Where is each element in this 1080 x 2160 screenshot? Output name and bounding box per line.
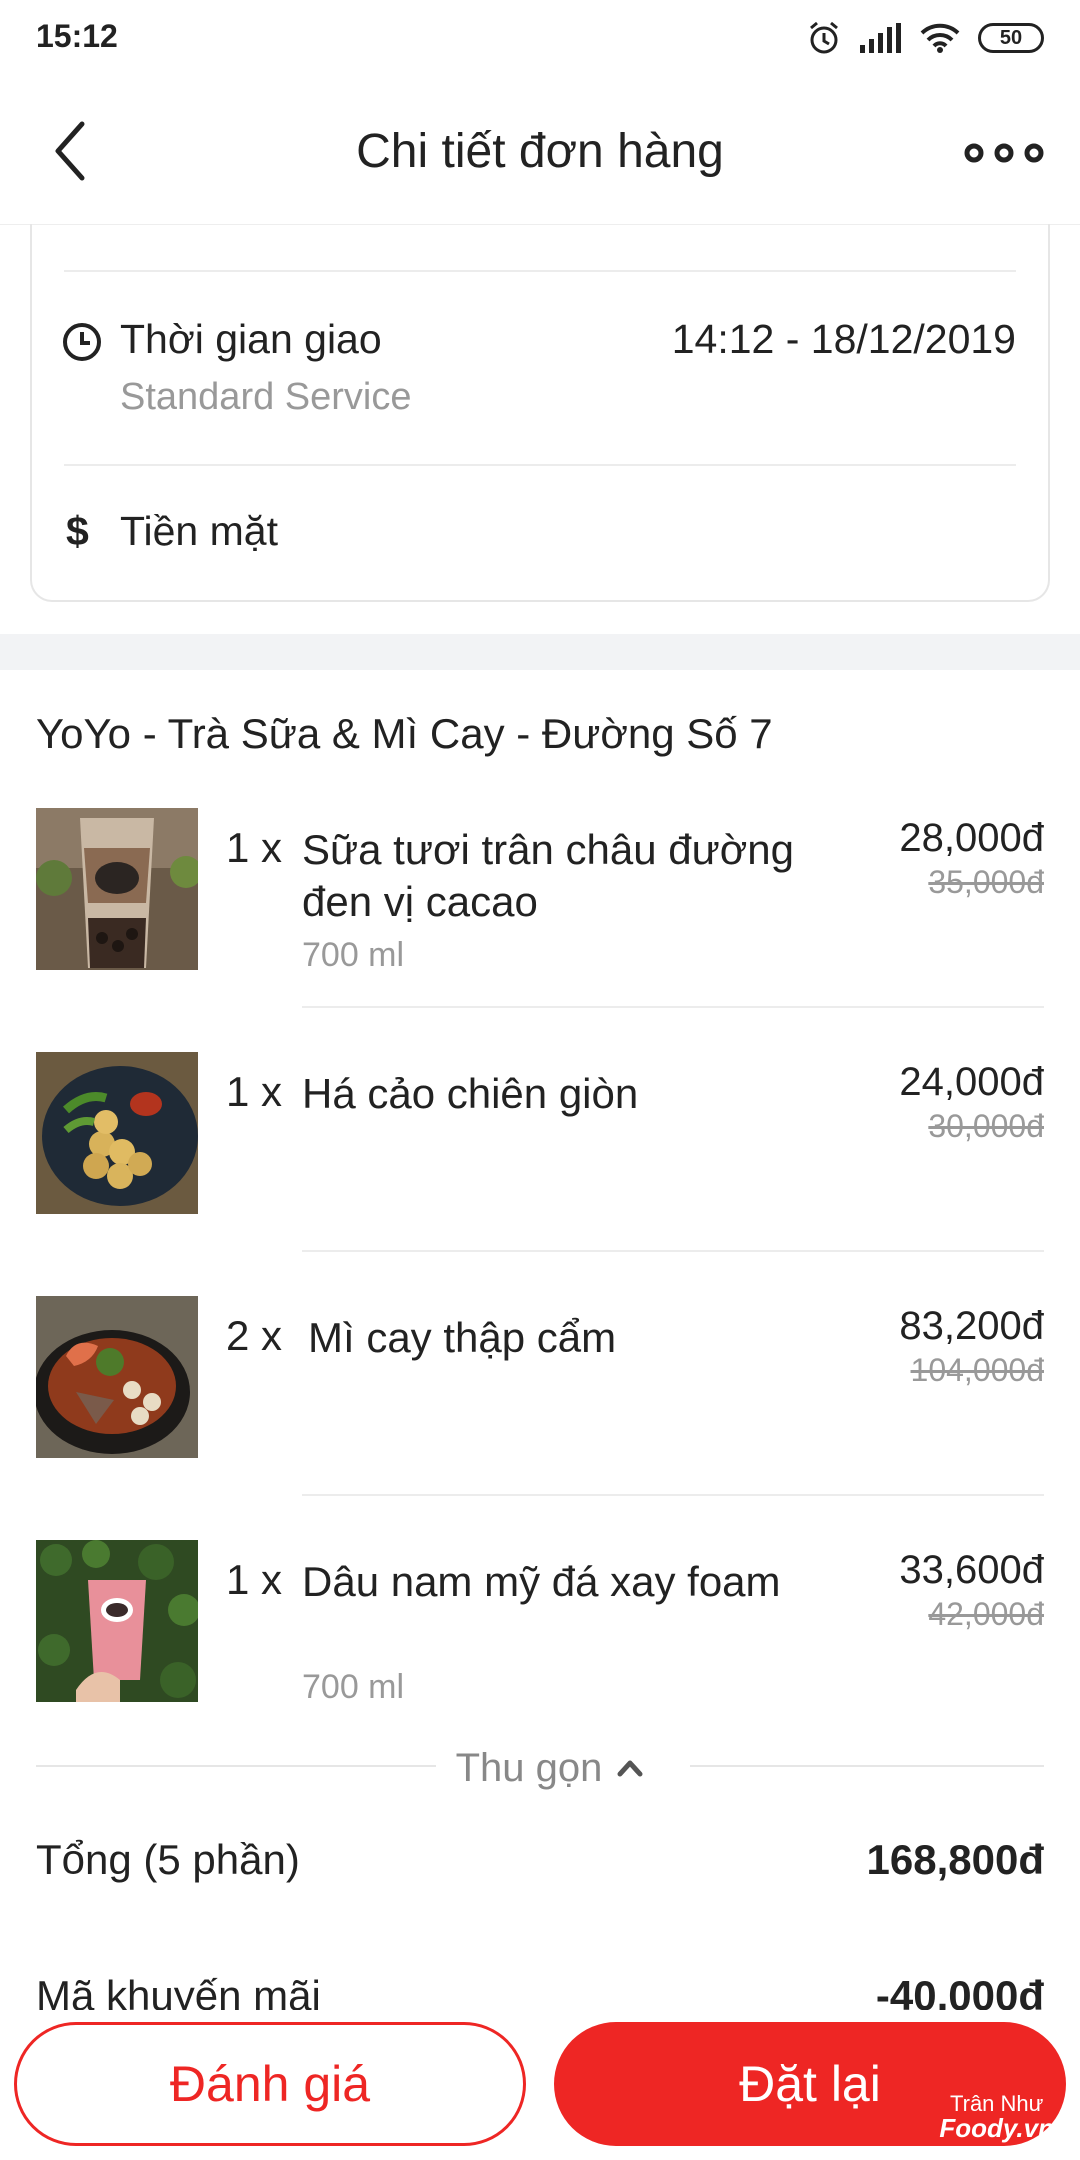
total-label: Tổng (5 phần)	[36, 1836, 300, 1883]
section-separator	[0, 634, 1080, 670]
item-quantity: 2 x	[226, 1312, 283, 1359]
page-title: Chi tiết đơn hàng	[356, 125, 724, 178]
status-bar: 15:12 50	[0, 0, 1080, 78]
status-time: 15:12	[36, 18, 118, 54]
item-option: 700 ml	[302, 1668, 405, 1706]
item-price: 24,000đ	[899, 1060, 1044, 1104]
item-original-price: 42,000đ	[928, 1596, 1044, 1632]
bubble-milk-tea-image	[36, 808, 198, 970]
signal-icon	[860, 23, 901, 53]
wifi-icon	[920, 23, 960, 53]
divider	[64, 464, 1016, 466]
delivery-time-value: 14:12 - 18/12/2019	[671, 316, 1016, 362]
item-option: 700 ml	[302, 936, 405, 974]
spicy-noodles-image	[36, 1296, 198, 1458]
divider	[64, 270, 1016, 272]
collapse-label: Thu gọn	[455, 1745, 603, 1790]
item-name: Há cảo chiên giòn	[302, 1070, 639, 1117]
item-original-price: 30,000đ	[928, 1108, 1044, 1144]
item-quantity: 1 x	[226, 1556, 283, 1603]
watermark: Trân Như Foody.vn	[939, 2092, 1054, 2143]
item-original-price: 35,000đ	[928, 864, 1044, 900]
bottom-action-bar: Đánh giá Đặt lại	[0, 2010, 1080, 2160]
divider	[302, 1250, 1044, 1252]
delivery-info-card: Thời gian giao Standard Service 14:12 - …	[30, 224, 1050, 602]
divider	[302, 1006, 1044, 1008]
item-price: 33,600đ	[899, 1548, 1044, 1592]
rate-button[interactable]: Đánh giá	[14, 2022, 526, 2146]
fried-dumplings-image	[36, 1052, 198, 1214]
order-item: 1 x Sữa tươi trân châu đường đen vị caca…	[0, 808, 1080, 1052]
item-name: Mì cay thập cẩm	[308, 1314, 617, 1361]
item-original-price: 104,000đ	[910, 1352, 1044, 1388]
alarm-icon	[810, 21, 838, 54]
clock-icon	[63, 323, 101, 361]
watermark-brand: Foody.vn	[939, 2113, 1054, 2143]
collapse-button[interactable]: Thu gọn	[420, 1740, 680, 1796]
more-options-icon[interactable]	[964, 128, 1044, 178]
order-item: 2 x Mì cay thập cẩm 83,200đ 104,000đ	[0, 1296, 1080, 1540]
status-icons: 50	[806, 16, 1044, 60]
total-value: 168,800đ	[866, 1836, 1044, 1883]
strawberry-smoothie-image	[36, 1540, 198, 1702]
payment-method: Tiền mặt	[120, 508, 278, 554]
item-quantity: 1 x	[226, 1068, 283, 1115]
divider	[690, 1765, 1044, 1767]
item-price: 28,000đ	[899, 816, 1044, 860]
item-name: Sữa tươi trân châu đường đen vị cacao	[302, 826, 795, 925]
delivery-time-label: Thời gian giao	[120, 316, 382, 362]
item-name: Dâu nam mỹ đá xay foam	[302, 1558, 781, 1605]
order-item: 1 x Há cảo chiên giòn 24,000đ 30,000đ	[0, 1052, 1080, 1296]
divider	[302, 1494, 1044, 1496]
dollar-icon: $	[66, 508, 89, 554]
restaurant-name: YoYo - Trà Sữa & Mì Cay - Đường Số 7	[36, 710, 773, 757]
item-price: 83,200đ	[899, 1304, 1044, 1348]
app-header: Chi tiết đơn hàng	[0, 78, 1080, 225]
divider	[36, 1765, 436, 1767]
service-type: Standard Service	[120, 376, 412, 418]
chevron-up-icon	[617, 1760, 643, 1777]
battery-indicator: 50	[978, 23, 1044, 53]
item-quantity: 1 x	[226, 824, 283, 871]
